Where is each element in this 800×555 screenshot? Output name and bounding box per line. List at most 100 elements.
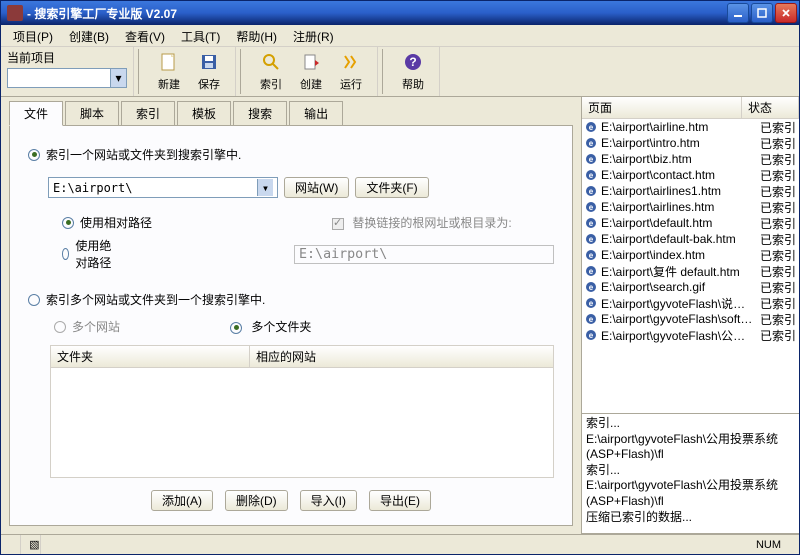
- tool-build[interactable]: 创建: [291, 49, 331, 94]
- file-list: 页面 状态 eE:\airport\airline.htm已索引eE:\airp…: [582, 97, 799, 414]
- add-button[interactable]: 添加(A): [151, 490, 213, 511]
- delete-button[interactable]: 删除(D): [225, 490, 288, 511]
- tab-template[interactable]: 模板: [177, 101, 231, 126]
- svg-text:e: e: [589, 299, 594, 308]
- file-status: 已索引: [756, 263, 797, 280]
- build-icon: [299, 51, 323, 75]
- chevron-down-icon: ▾: [110, 69, 126, 87]
- file-path: E:\airport\gyvoteFlash\公用投...: [601, 327, 756, 344]
- menubar: 项目(P) 创建(B) 查看(V) 工具(T) 帮助(H) 注册(R): [1, 25, 799, 47]
- file-icon: e: [584, 328, 598, 342]
- file-status: 已索引: [756, 151, 797, 168]
- file-row[interactable]: eE:\airport\airlines1.htm已索引: [582, 183, 799, 199]
- maximize-button[interactable]: [751, 3, 773, 23]
- file-icon: e: [584, 312, 598, 326]
- replace-root-input[interactable]: [294, 245, 554, 264]
- file-row[interactable]: eE:\airport\default-bak.htm已索引: [582, 231, 799, 247]
- file-row[interactable]: eE:\airport\gyvoteFlash\公用投...已索引: [582, 327, 799, 343]
- file-path: E:\airport\index.htm: [601, 248, 756, 262]
- path-combo[interactable]: E:\airport\ ▾: [48, 177, 278, 198]
- tab-script[interactable]: 脚本: [65, 101, 119, 126]
- file-status: 已索引: [756, 279, 797, 296]
- option-single-source[interactable]: 索引一个网站或文件夹到搜索引擎中.: [28, 146, 554, 163]
- file-row[interactable]: eE:\airport\airline.htm已索引: [582, 119, 799, 135]
- svg-text:e: e: [589, 331, 594, 340]
- tool-help[interactable]: ? 帮助: [393, 49, 433, 94]
- project-label: 当前项目: [7, 49, 55, 66]
- svg-text:e: e: [589, 283, 594, 292]
- file-path: E:\airport\gyvoteFlash\说明.htm: [601, 295, 756, 312]
- file-list-rows[interactable]: eE:\airport\airline.htm已索引eE:\airport\in…: [582, 119, 799, 413]
- tab-index[interactable]: 索引: [121, 101, 175, 126]
- export-button[interactable]: 导出(E): [369, 490, 431, 511]
- option-multi-sites: 多个网站: [72, 318, 120, 335]
- run-icon: [339, 51, 363, 75]
- radio-icon: [62, 217, 74, 229]
- close-button[interactable]: [775, 3, 797, 23]
- file-row[interactable]: eE:\airport\index.htm已索引: [582, 247, 799, 263]
- status-seg: [1, 535, 21, 554]
- website-button[interactable]: 网站(W): [284, 177, 349, 198]
- menu-help[interactable]: 帮助(H): [228, 25, 285, 46]
- file-row[interactable]: eE:\airport\default.htm已索引: [582, 215, 799, 231]
- menu-register[interactable]: 注册(R): [285, 25, 342, 46]
- tab-search[interactable]: 搜索: [233, 101, 287, 126]
- radio-icon: [28, 149, 40, 161]
- log-output[interactable]: 索引... E:\airport\gyvoteFlash\公用投票系统(ASP+…: [582, 414, 799, 534]
- option-multi-source[interactable]: 索引多个网站或文件夹到一个搜索引擎中.: [28, 291, 554, 308]
- file-row[interactable]: eE:\airport\airlines.htm已索引: [582, 199, 799, 215]
- file-list-header: 页面 状态: [582, 97, 799, 119]
- chevron-down-icon: ▾: [257, 179, 273, 196]
- index-icon: [259, 51, 283, 75]
- file-path: E:\airport\search.gif: [601, 280, 756, 294]
- file-row[interactable]: eE:\airport\gyvoteFlash\softhy.ne...已索引: [582, 311, 799, 327]
- svg-text:e: e: [589, 267, 594, 276]
- project-select[interactable]: ▾: [7, 68, 127, 88]
- toolbar: 当前项目 ▾ 新建 保存 索引 创建: [1, 47, 799, 97]
- file-status: 已索引: [756, 183, 797, 200]
- col-website[interactable]: 相应的网站: [250, 345, 554, 368]
- radio-icon: [54, 321, 66, 333]
- tab-file[interactable]: 文件: [9, 101, 63, 126]
- file-path: E:\airport\default-bak.htm: [601, 232, 756, 246]
- file-row[interactable]: e E:\airport\gyvoteFlash\说明.htm已索引: [582, 295, 799, 311]
- minimize-button[interactable]: [727, 3, 749, 23]
- svg-text:e: e: [589, 187, 594, 196]
- file-path: E:\airport\default.htm: [601, 216, 756, 230]
- col-folder[interactable]: 文件夹: [50, 345, 250, 368]
- menu-project[interactable]: 项目(P): [5, 25, 61, 46]
- file-row[interactable]: e E:\airport\search.gif已索引: [582, 279, 799, 295]
- tool-run[interactable]: 运行: [331, 49, 371, 94]
- option-relative-path[interactable]: 使用相对路径 替换链接的根网址或根目录为:: [62, 214, 554, 231]
- file-row[interactable]: eE:\airport\contact.htm已索引: [582, 167, 799, 183]
- file-icon: e: [584, 136, 598, 150]
- help-icon: ?: [401, 51, 425, 75]
- file-status: 已索引: [756, 135, 797, 152]
- tab-output[interactable]: 输出: [289, 101, 343, 126]
- tool-new[interactable]: 新建: [149, 49, 189, 94]
- file-row[interactable]: eE:\airport\biz.htm已索引: [582, 151, 799, 167]
- content-area: 文件 脚本 索引 模板 搜索 输出 索引一个网站或文件夹到搜索引擎中. E:\a…: [1, 97, 799, 534]
- tool-index[interactable]: 索引: [251, 49, 291, 94]
- option-absolute-path[interactable]: 使用绝对路径: [62, 237, 554, 271]
- import-button[interactable]: 导入(I): [300, 490, 357, 511]
- file-status: 已索引: [756, 231, 797, 248]
- file-icon: e: [584, 200, 598, 214]
- tab-panel-file: 索引一个网站或文件夹到搜索引擎中. E:\airport\ ▾ 网站(W) 文件…: [9, 125, 573, 526]
- col-status[interactable]: 状态: [742, 97, 799, 118]
- file-status: 已索引: [756, 295, 797, 312]
- menu-tools[interactable]: 工具(T): [173, 25, 228, 46]
- file-path: E:\airport\复件 default.htm: [601, 263, 756, 280]
- radio-icon: [62, 248, 69, 260]
- multi-list-body[interactable]: [50, 368, 554, 478]
- menu-build[interactable]: 创建(B): [61, 25, 117, 46]
- file-path: E:\airport\gyvoteFlash\softhy.ne...: [601, 312, 756, 326]
- svg-text:?: ?: [409, 55, 416, 69]
- col-page[interactable]: 页面: [582, 97, 742, 118]
- radio-icon: [230, 322, 242, 334]
- tool-save[interactable]: 保存: [189, 49, 229, 94]
- menu-view[interactable]: 查看(V): [117, 25, 173, 46]
- file-row[interactable]: eE:\airport\intro.htm已索引: [582, 135, 799, 151]
- folder-button[interactable]: 文件夹(F): [355, 177, 428, 198]
- file-row[interactable]: e E:\airport\复件 default.htm已索引: [582, 263, 799, 279]
